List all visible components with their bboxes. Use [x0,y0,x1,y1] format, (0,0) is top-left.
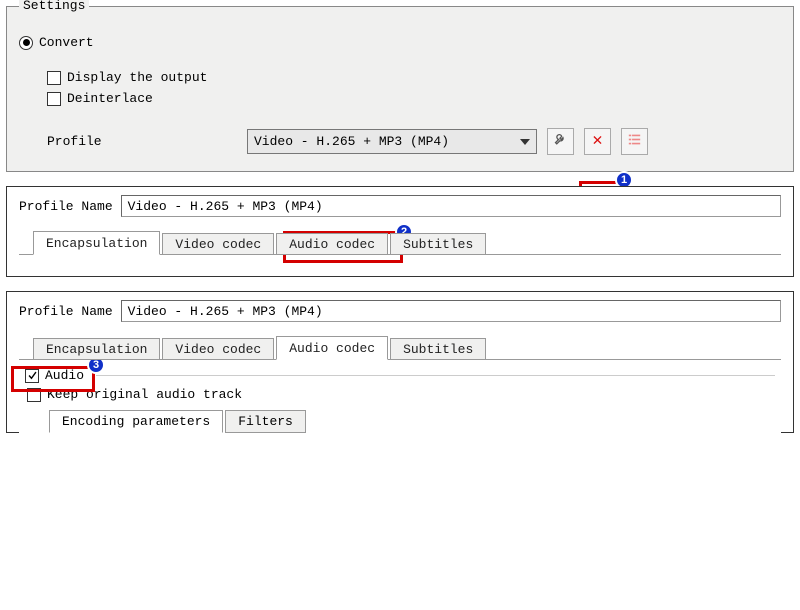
new-profile-button[interactable] [621,128,648,155]
tab-video-codec[interactable]: Video codec [162,338,274,360]
tab-subtitles[interactable]: Subtitles [390,233,486,255]
audio-checkbox[interactable] [25,369,39,383]
encoding-subtabs: Encoding parameters Filters [49,410,775,433]
tab-encapsulation[interactable]: Encapsulation [33,231,160,255]
profile-dropdown[interactable]: Video - H.265 + MP3 (MP4) [247,129,537,154]
codec-tabs: Encapsulation Video codec Audio codec Su… [33,231,781,255]
profile-dialog-2: Profile Name Video - H.265 + MP3 (MP4) E… [6,291,794,433]
keep-original-row[interactable]: Keep original audio track [27,387,775,402]
delete-profile-button[interactable]: ✕ [584,128,611,155]
list-icon [628,133,641,150]
subtab-filters[interactable]: Filters [225,410,306,433]
deinterlace-checkbox[interactable] [47,92,61,106]
chevron-down-icon [520,139,530,145]
convert-radio-row[interactable]: Convert [19,35,781,50]
tab-audio-codec[interactable]: Audio codec [276,233,388,255]
audio-checkbox-row[interactable]: Audio [25,368,775,383]
keep-original-checkbox[interactable] [27,388,41,402]
profile-dropdown-value: Video - H.265 + MP3 (MP4) [254,134,449,149]
tab-subtitles[interactable]: Subtitles [390,338,486,360]
display-output-row[interactable]: Display the output [47,70,781,85]
display-output-checkbox[interactable] [47,71,61,85]
profile-dialog-1: Profile Name Video - H.265 + MP3 (MP4) E… [6,186,794,277]
settings-panel: Settings Convert Display the output Dein… [6,6,794,172]
display-output-label: Display the output [67,70,207,85]
profile-name-label: Profile Name [19,199,113,214]
profile-name-label: Profile Name [19,304,113,319]
deinterlace-label: Deinterlace [67,91,153,106]
close-icon: ✕ [592,133,602,150]
codec-tabs: Encapsulation Video codec Audio codec Su… [33,336,781,360]
audio-checkbox-label: Audio [45,368,84,383]
tab-encapsulation[interactable]: Encapsulation [33,338,160,360]
tab-video-codec[interactable]: Video codec [162,233,274,255]
tab-audio-codec[interactable]: Audio codec [276,336,388,360]
profile-name-input[interactable]: Video - H.265 + MP3 (MP4) [121,300,781,322]
deinterlace-row[interactable]: Deinterlace [47,91,781,106]
wrench-icon [553,132,568,151]
profile-line: Profile Video - H.265 + MP3 (MP4) ✕ [19,128,781,155]
keep-original-label: Keep original audio track [47,387,242,402]
profile-label: Profile [47,134,247,149]
edit-profile-button[interactable] [547,128,574,155]
settings-legend: Settings [19,0,89,13]
convert-radio[interactable] [19,36,33,50]
subtab-encoding-params[interactable]: Encoding parameters [49,410,223,433]
profile-name-input[interactable]: Video - H.265 + MP3 (MP4) [121,195,781,217]
convert-label: Convert [39,35,94,50]
